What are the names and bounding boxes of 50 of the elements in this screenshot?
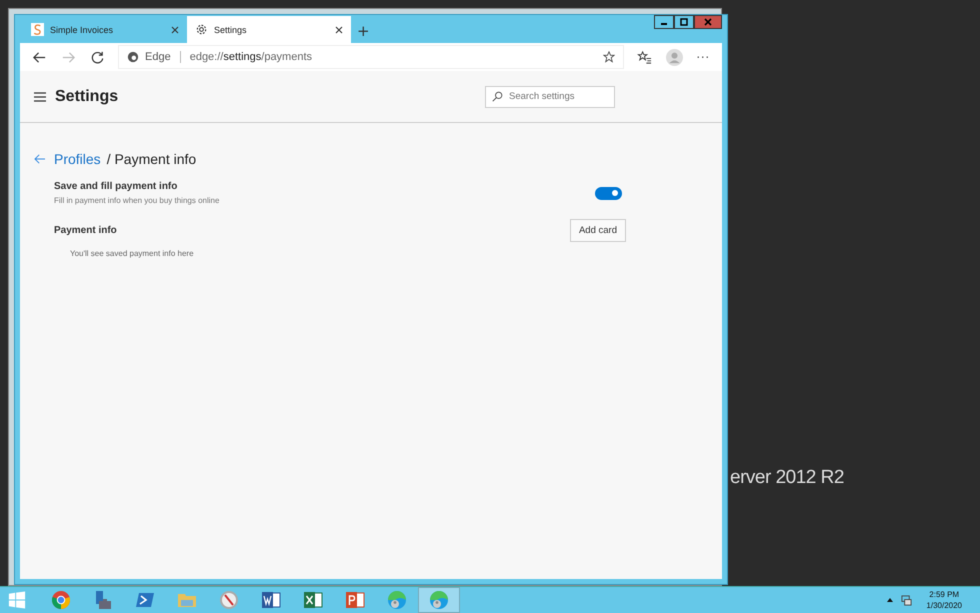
network-icon[interactable] xyxy=(901,594,912,606)
close-icon xyxy=(704,18,712,26)
show-hidden-icons-icon[interactable] xyxy=(887,598,894,602)
minimize-button[interactable] xyxy=(654,15,674,29)
setting-label: Save and fill payment info xyxy=(54,181,178,192)
time-text: 2:59 PM xyxy=(929,589,960,600)
browser-tab[interactable]: Simple Invoices xyxy=(23,16,187,43)
back-icon[interactable] xyxy=(32,50,47,64)
maximize-button[interactable] xyxy=(674,15,694,29)
server-manager-icon xyxy=(93,590,113,610)
profiles-link[interactable]: Profiles xyxy=(54,151,101,167)
breadcrumb-current: / Payment info xyxy=(106,151,196,167)
maximize-icon xyxy=(680,18,688,26)
site-label: Edge xyxy=(145,51,171,63)
refresh-icon[interactable] xyxy=(90,50,105,64)
word-doc-icon xyxy=(261,590,281,610)
add-card-button[interactable]: Add card xyxy=(570,219,626,242)
presentation-icon xyxy=(345,590,365,610)
close-icon[interactable] xyxy=(335,26,343,34)
close-icon[interactable] xyxy=(171,26,179,34)
desktop-text: erver 2012 R2 xyxy=(730,467,844,489)
edge-browser-icon xyxy=(387,590,407,610)
section-label: Payment info xyxy=(54,225,117,236)
s-logo-icon xyxy=(31,23,44,36)
new-tab-button[interactable]: + xyxy=(351,22,376,40)
search-input[interactable]: Search settings xyxy=(509,91,599,102)
close-button[interactable] xyxy=(694,15,722,29)
date-text: 1/30/2020 xyxy=(926,600,962,611)
menu-icon[interactable] xyxy=(34,92,46,102)
powershell-icon xyxy=(135,590,155,610)
clock[interactable]: 2:59 PM 1/30/2020 xyxy=(926,589,962,611)
gear-icon xyxy=(195,23,208,36)
edge-logo-icon xyxy=(127,51,139,63)
page-title: Settings xyxy=(55,88,120,106)
empty-state-text: You'll see saved payment info here xyxy=(69,249,195,258)
search-icon xyxy=(492,91,503,102)
spreadsheet-icon xyxy=(303,590,323,610)
setting-description: Fill in payment info when you buy things online xyxy=(54,196,220,205)
search-field[interactable]: Search settings xyxy=(485,86,615,108)
compass-icon xyxy=(219,590,239,610)
browser-tab[interactable]: Settings xyxy=(187,16,351,43)
back-arrow-icon[interactable] xyxy=(34,154,46,164)
more-button[interactable]: ··· xyxy=(696,50,710,64)
star-icon[interactable] xyxy=(602,51,614,63)
windows-start-icon[interactable] xyxy=(8,591,26,609)
favorites-icon[interactable] xyxy=(636,50,652,64)
url-text: edge://settings/payments xyxy=(190,51,314,63)
edge-browser-icon xyxy=(429,590,449,610)
toggle-switch[interactable] xyxy=(595,186,622,200)
browser-logo-icon xyxy=(51,590,71,610)
